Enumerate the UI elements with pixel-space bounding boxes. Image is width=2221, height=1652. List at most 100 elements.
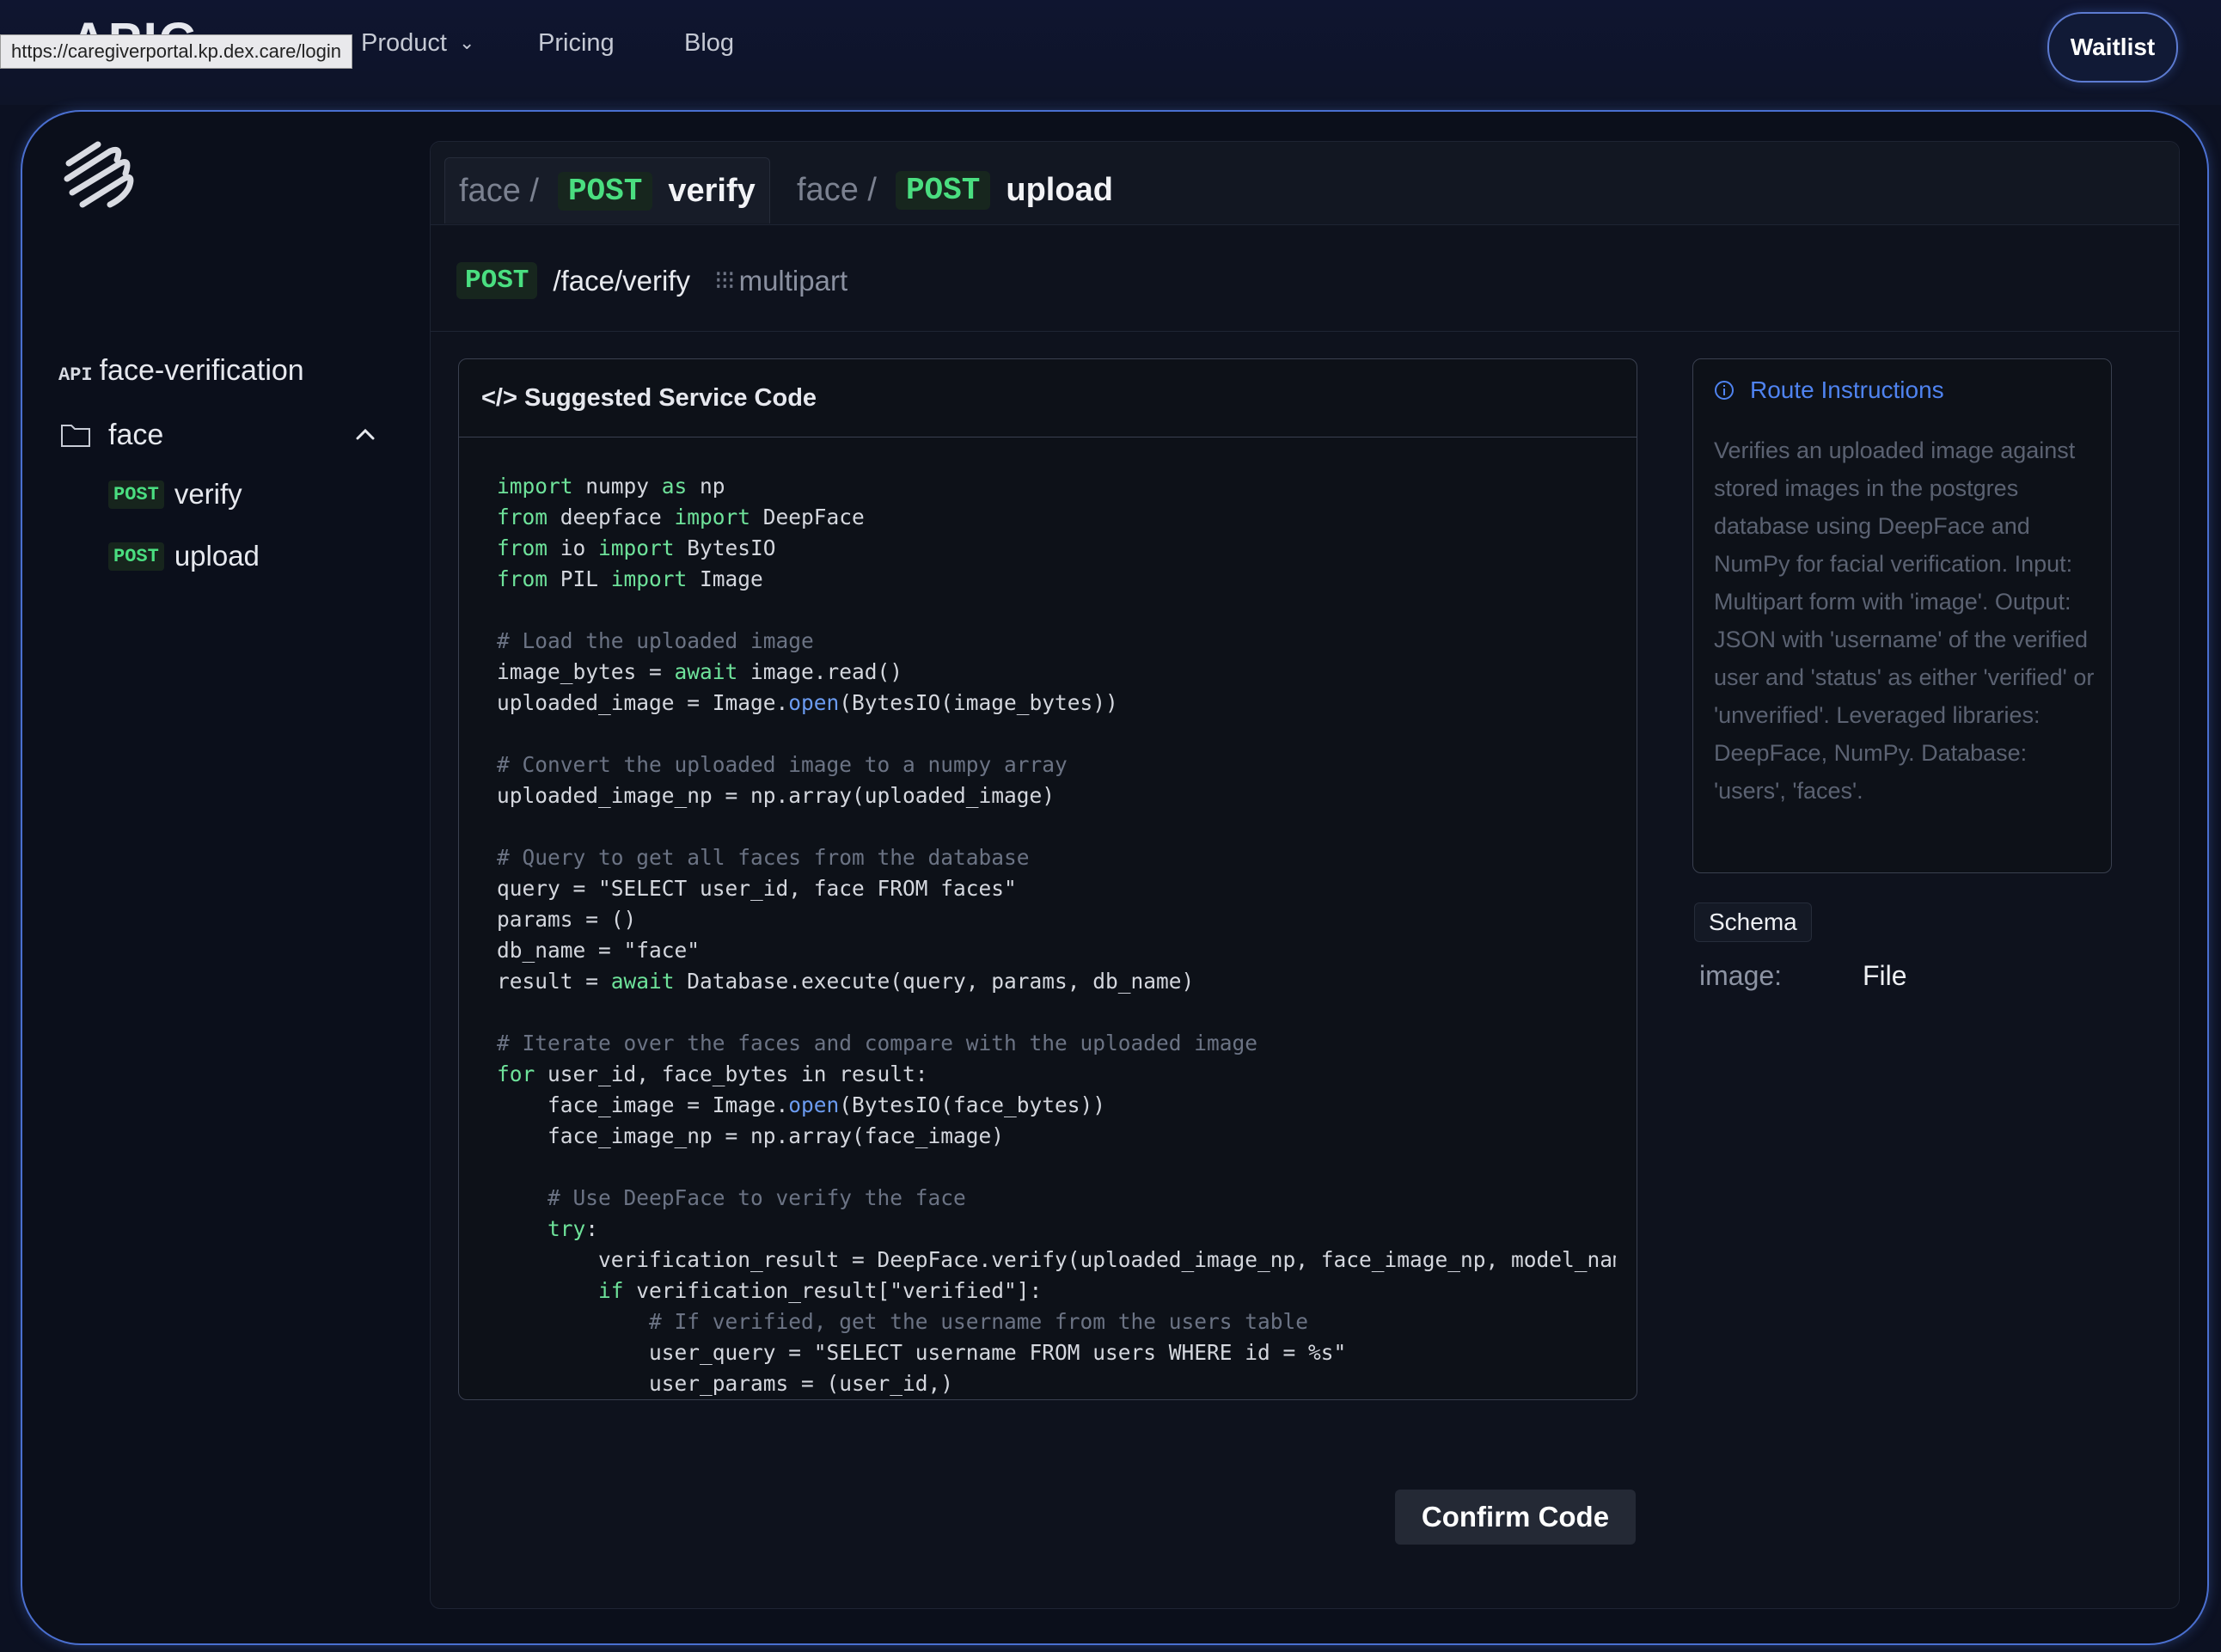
tab-verify[interactable]: face / POST verify xyxy=(444,157,770,223)
code-token: image.read() xyxy=(737,659,903,684)
main-panel: face / POST verify face / POST upload PO… xyxy=(430,141,2180,1609)
nav-product[interactable]: Product ⌄ xyxy=(361,29,474,58)
info-icon xyxy=(1715,381,1734,400)
code-line: try: xyxy=(497,1214,1616,1245)
code-line: if verification_result["verified"]: xyxy=(497,1276,1616,1306)
code-line: uploaded_image = Image.open(BytesIO(imag… xyxy=(497,688,1616,719)
code-token: # Query to get all faces from the databa… xyxy=(497,845,1030,870)
chevron-up-icon[interactable] xyxy=(352,421,378,447)
method-badge: POST xyxy=(895,170,991,210)
method-badge: POST xyxy=(456,262,538,299)
code-token: io xyxy=(548,535,599,560)
sidebar-item-verify[interactable]: POST verify xyxy=(108,478,242,511)
code-token: verification_result["verified"]: xyxy=(623,1278,1043,1303)
schema-field-type: File xyxy=(1863,960,1907,991)
schema-field-row: image: File xyxy=(1699,960,1907,992)
code-line: user_params = (user_id,) xyxy=(497,1368,1616,1399)
code-line: from PIL import Image xyxy=(497,564,1616,595)
method-badge: POST xyxy=(108,541,164,571)
code-token: : xyxy=(585,1216,599,1241)
code-line: db_name = "face" xyxy=(497,935,1616,966)
code-token: from xyxy=(497,566,548,591)
code-token: from xyxy=(497,535,548,560)
sidebar-folder-label: face xyxy=(108,418,164,451)
sidebar-folder-face[interactable]: face xyxy=(60,416,378,454)
code-token: user_params = (user_id,) xyxy=(497,1371,954,1396)
code-line: verification_result = DeepFace.verify(up… xyxy=(497,1245,1616,1276)
code-token: await xyxy=(610,969,675,994)
tab-name: verify xyxy=(668,172,756,209)
route-line: POST /face/verify ⁝⁝⁝ multipart xyxy=(456,262,847,299)
code-token: # If verified, get the username from the… xyxy=(497,1309,1309,1334)
code-line: image_bytes = await image.read() xyxy=(497,657,1616,688)
route-path: /face/verify xyxy=(553,264,690,297)
logo-icon[interactable] xyxy=(64,138,141,215)
code-token: Image xyxy=(687,566,763,591)
code-line: for user_id, face_bytes in result: xyxy=(497,1059,1616,1090)
code-token: # Convert the uploaded image to a numpy … xyxy=(497,752,1068,777)
code-token: # Iterate over the faces and compare wit… xyxy=(497,1031,1258,1055)
code-token: face_image_np = np.array(face_image) xyxy=(497,1123,1005,1148)
code-token: open xyxy=(788,690,840,715)
code-token: numpy xyxy=(572,474,662,499)
code-token: await xyxy=(674,659,738,684)
code-line: # Use DeepFace to verify the face xyxy=(497,1183,1616,1214)
code-token: open xyxy=(788,1092,840,1117)
nav-product-label: Product xyxy=(361,29,447,57)
grip-dots-icon: ⁝⁝⁝ xyxy=(713,266,736,295)
code-token: params = () xyxy=(497,907,637,932)
code-token: deepface xyxy=(548,505,675,529)
code-token: result = xyxy=(497,969,611,994)
code-token: user_query = "SELECT username FROM users… xyxy=(497,1340,1347,1365)
code-token: verification_result = DeepFace.verify(up… xyxy=(497,1247,1616,1272)
code-line: result = await Database.execute(query, p… xyxy=(497,966,1616,997)
confirm-code-button[interactable]: Confirm Code xyxy=(1395,1490,1636,1545)
code-line: from io import BytesIO xyxy=(497,533,1616,564)
code-line: query = "SELECT user_id, face FROM faces… xyxy=(497,873,1616,904)
code-token: face_image = Image. xyxy=(497,1092,789,1117)
route-instructions-title: Route Instructions xyxy=(1714,376,1944,404)
nav-blog[interactable]: Blog xyxy=(684,29,734,58)
code-line: uploaded_image_np = np.array(uploaded_im… xyxy=(497,780,1616,811)
method-badge: POST xyxy=(557,171,653,211)
code-token: import xyxy=(610,566,688,591)
code-token: uploaded_image_np = np.array(uploaded_im… xyxy=(497,783,1055,808)
route-instructions-text: Verifies an uploaded image against store… xyxy=(1714,437,2095,804)
code-token: uploaded_image = Image. xyxy=(497,690,789,715)
link-url-tooltip: https://caregiverportal.kp.dex.care/logi… xyxy=(0,34,352,69)
schema-tag: Schema xyxy=(1694,902,1812,942)
sidebar-item-label: upload xyxy=(174,540,260,572)
code-token: image_bytes = xyxy=(497,659,675,684)
code-token: # Load the uploaded image xyxy=(497,628,814,653)
tab-bar: face / POST verify face / POST upload xyxy=(431,142,2179,225)
sidebar-item-upload[interactable]: POST upload xyxy=(108,540,260,572)
code-token: import xyxy=(674,505,751,529)
waitlist-button[interactable]: Waitlist xyxy=(2047,12,2178,83)
code-token: DeepFace xyxy=(750,505,865,529)
sidebar-api-title: API face-verification xyxy=(58,354,304,388)
code-token: BytesIO xyxy=(674,535,776,560)
code-line: from deepface import DeepFace xyxy=(497,502,1616,533)
tab-upload[interactable]: face / POST upload xyxy=(783,157,1127,223)
code-card-title: </> Suggested Service Code xyxy=(459,359,1637,437)
top-nav: APIG Product⌄ Pricing Blog https://careg… xyxy=(0,0,2221,105)
tab-name: upload xyxy=(1006,171,1113,208)
code-line: user_query = "SELECT username FROM users… xyxy=(497,1337,1616,1368)
nav-pricing[interactable]: Pricing xyxy=(538,29,615,58)
schema-field-key: image: xyxy=(1699,960,1783,991)
code-line: face_image_np = np.array(face_image) xyxy=(497,1121,1616,1152)
api-name: face-verification xyxy=(99,354,304,387)
divider xyxy=(431,331,2179,332)
folder-icon xyxy=(61,425,90,447)
code-token: query = "SELECT user_id, face FROM faces… xyxy=(497,876,1017,901)
code-token: as xyxy=(661,474,688,499)
code-token: from xyxy=(497,505,548,529)
tab-segment: face / xyxy=(797,171,877,208)
content-type: multipart xyxy=(738,264,848,297)
code-line: # Iterate over the faces and compare wit… xyxy=(497,1028,1616,1059)
code-editor[interactable]: import numpy as np from deepface import D… xyxy=(497,471,1616,1399)
sidebar-item-label: verify xyxy=(174,478,242,510)
